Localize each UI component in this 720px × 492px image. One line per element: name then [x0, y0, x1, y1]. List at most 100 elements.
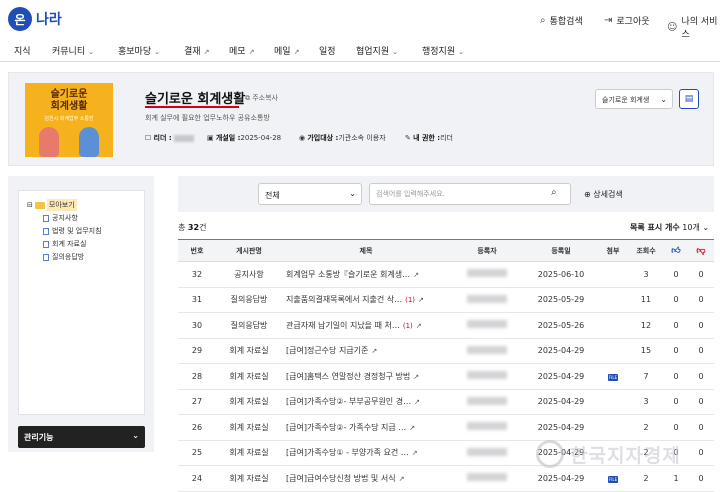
row-no: 32: [178, 261, 216, 288]
search-input[interactable]: [369, 183, 571, 205]
row-title-cell[interactable]: [급여]가족수당②- 가족수당 지급 … ↗: [282, 414, 450, 441]
external-link-icon: ↗: [248, 48, 255, 56]
user-icon: ☺: [667, 21, 678, 33]
copy-address-button[interactable]: ⧉ 주소복사: [245, 93, 278, 103]
table-row[interactable]: 30 질의응답방 관급자재 납기일이 지났을 때 처… (1) ↗ 2025-05-26 1…: [178, 312, 714, 339]
row-title-link[interactable]: 지출품의결재목록에서 지출건 삭…: [286, 295, 402, 304]
nav-community[interactable]: 커뮤니티 ⌄: [52, 44, 94, 57]
external-link-icon[interactable]: ↗: [409, 424, 415, 432]
row-views: 11: [628, 287, 664, 313]
row-date: 2025-04-29: [524, 414, 598, 441]
search-icon[interactable]: ⌕: [551, 187, 557, 198]
club-select[interactable]: 슬기로운 회계생 ⌄: [595, 89, 673, 109]
author-redacted: [467, 294, 507, 303]
row-views: 2: [628, 465, 664, 492]
row-attach: [598, 389, 628, 415]
my-service-link[interactable]: ☺ 나의 서비스: [667, 14, 720, 40]
author-redacted: [467, 320, 507, 329]
row-title-cell[interactable]: [급여]정근수당 지급기준 ↗: [282, 338, 450, 364]
row-title-link[interactable]: [급여]급여수당신청 방법 및 서식: [286, 474, 396, 483]
row-title-cell[interactable]: 관급자재 납기일이 지났을 때 처… (1) ↗: [282, 312, 450, 339]
table-row[interactable]: 28 회계 자료실 [급여]홈택스 연말정산 경정청구 방법 ↗ 2025-04-29 F…: [178, 363, 714, 390]
advanced-search-button[interactable]: ⊕ 상세검색: [584, 189, 623, 200]
row-title-link[interactable]: [급여]홈택스 연말정산 경정청구 방법: [286, 372, 410, 381]
col-date[interactable]: 등록일: [524, 239, 598, 262]
row-title-cell[interactable]: [급여]가족수당②- 부부공무원인 경… ↗: [282, 389, 450, 415]
club-join-target: ◉ 가입대상 :기관소속 이용자: [299, 133, 386, 143]
row-title-cell[interactable]: 지출품의결재목록에서 지출건 삭… (1) ↗: [282, 287, 450, 313]
nav-collaboration[interactable]: 협업지원 ⌄: [356, 44, 398, 57]
nav-admin-support[interactable]: 행정지원 ⌄: [422, 44, 464, 57]
row-attach[interactable]: FILE: [598, 363, 628, 390]
row-no: 24: [178, 465, 216, 492]
site-logo[interactable]: 온 나라: [8, 7, 62, 31]
external-link-icon[interactable]: ↗: [412, 449, 418, 457]
integrated-search-link[interactable]: ⌕ 통합검색: [540, 14, 583, 27]
row-title-cell[interactable]: [급여]급여수당신청 방법 및 서식 ↗: [282, 465, 450, 492]
row-title-link[interactable]: [급여]가족수당① - 부양가족 요건 …: [286, 448, 409, 457]
per-page-select[interactable]: 목록 표시 개수 10개 ⌄: [630, 222, 709, 233]
row-title-link[interactable]: [급여]가족수당②- 부부공무원인 경…: [286, 397, 411, 406]
club-go-button[interactable]: ▤: [679, 89, 699, 109]
collapse-icon[interactable]: ⊟: [27, 201, 33, 209]
tree-item-laws[interactable]: 법령 및 업무지침: [43, 226, 102, 236]
total-number: 32: [187, 223, 200, 232]
attachment-icon[interactable]: FILE: [608, 475, 618, 483]
attachment-icon[interactable]: FILE: [608, 373, 618, 381]
nav-mail-label: 메일: [274, 47, 291, 57]
leader-name-redacted: [173, 134, 194, 142]
col-title[interactable]: 제목: [282, 239, 450, 262]
nav-schedule[interactable]: 일정: [319, 44, 336, 57]
row-title-link[interactable]: [급여]정근수당 지급기준: [286, 346, 368, 355]
col-board[interactable]: 게시판명: [216, 239, 282, 262]
tree-item-notice[interactable]: 공지사항: [43, 213, 78, 223]
table-row[interactable]: 29 회계 자료실 [급여]정근수당 지급기준 ↗ 2025-04-29 15 0 0: [178, 338, 714, 364]
external-link-icon[interactable]: ↗: [413, 373, 419, 381]
col-like[interactable]: 👍︎: [664, 239, 688, 262]
tree-root[interactable]: ⊟ 모아보기: [27, 199, 77, 211]
row-views: 3: [628, 261, 664, 288]
tree-item-qna[interactable]: 질의응답방: [43, 252, 84, 262]
table-row[interactable]: 32 공지사항 회계업무 소통방『슬기로운 회계생… ↗ 2025-06-10 3 0 0: [178, 261, 714, 288]
tree-item-accounting-files[interactable]: 회계 자료실: [43, 239, 86, 249]
table-row[interactable]: 24 회계 자료실 [급여]급여수당신청 방법 및 서식 ↗ 2025-04-29 FIL…: [178, 465, 714, 492]
external-link-icon[interactable]: ↗: [414, 398, 420, 406]
external-link-icon[interactable]: ↗: [416, 322, 422, 330]
row-title-link[interactable]: 관급자재 납기일이 지났을 때 처…: [286, 321, 400, 330]
row-title-link[interactable]: [급여]가족수당②- 가족수당 지급 …: [286, 423, 406, 432]
col-author[interactable]: 등록자: [450, 239, 524, 262]
external-link-icon[interactable]: ↗: [418, 296, 424, 304]
col-views[interactable]: 조회수: [628, 239, 664, 262]
col-attach[interactable]: 첨부: [598, 239, 628, 262]
table-row[interactable]: 27 회계 자료실 [급여]가족수당②- 부부공무원인 경… ↗ 2025-04-29 3…: [178, 389, 714, 415]
external-link-icon[interactable]: ↗: [413, 271, 419, 279]
row-attach: [598, 261, 628, 288]
nav-knowledge[interactable]: 지식: [14, 44, 31, 57]
table-row[interactable]: 26 회계 자료실 [급여]가족수당②- 가족수당 지급 … ↗ 2025-04-29 2…: [178, 414, 714, 441]
row-title-cell[interactable]: [급여]가족수당① - 부양가족 요건 … ↗: [282, 440, 450, 466]
chevron-down-icon: ⌄: [88, 48, 94, 56]
row-attach: [598, 312, 628, 339]
logout-link[interactable]: ⇥ 로그아웃: [604, 14, 650, 27]
col-dislike[interactable]: 👎︎: [688, 239, 714, 262]
club-header: 슬기로운 회계생활 김천시 회계업무 소통방 슬기로운 회계생활 ⧉ 주소복사 …: [8, 72, 714, 166]
club-my-role: ✎ 내 권한 :리더: [405, 133, 453, 143]
nav-promotion[interactable]: 홍보마당 ⌄: [118, 44, 160, 57]
row-title-cell[interactable]: 회계업무 소통방『슬기로운 회계생… ↗: [282, 261, 450, 288]
nav-approval[interactable]: 결재 ↗: [184, 44, 209, 57]
col-no[interactable]: 번호: [178, 239, 216, 262]
opened-label: 개설일 :: [215, 134, 241, 142]
nav-mail[interactable]: 메일 ↗: [274, 44, 299, 57]
table-row[interactable]: 31 질의응답방 지출품의결재목록에서 지출건 삭… (1) ↗ 2025-05-29 11…: [178, 287, 714, 313]
admin-functions-button[interactable]: 관리기능 ⌄: [18, 426, 145, 448]
tree-item-label: 공지사항: [52, 214, 78, 222]
thumbnail-title: 슬기로운 회계생활: [50, 89, 88, 112]
row-title-link[interactable]: 회계업무 소통방『슬기로운 회계생…: [286, 270, 410, 279]
row-attach[interactable]: FILE: [598, 465, 628, 492]
row-title-cell[interactable]: [급여]홈택스 연말정산 경정청구 방법 ↗: [282, 363, 450, 390]
bookmark-icon: ☐: [145, 134, 152, 142]
nav-memo[interactable]: 메모 ↗: [229, 44, 254, 57]
external-link-icon[interactable]: ↗: [371, 347, 377, 355]
external-link-icon[interactable]: ↗: [399, 475, 405, 483]
search-scope-select[interactable]: 전체 ⌄: [258, 183, 362, 205]
